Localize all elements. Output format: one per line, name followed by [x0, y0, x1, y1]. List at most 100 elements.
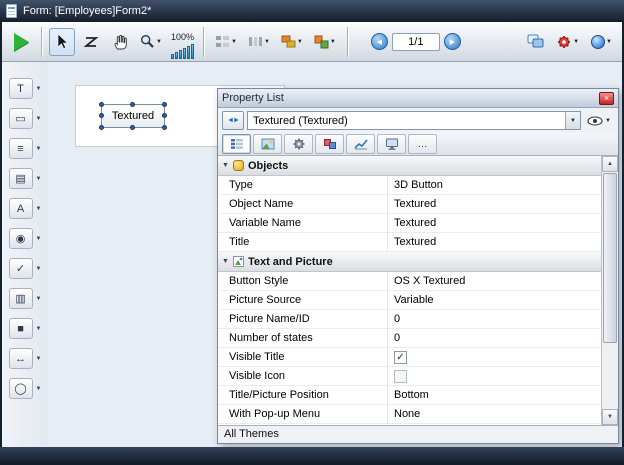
- scrollbar-thumb[interactable]: [603, 173, 617, 343]
- chevron-down-icon[interactable]: ▼: [36, 236, 42, 242]
- selection-handle[interactable]: [162, 125, 167, 130]
- section-header-objects[interactable]: ▼ Objects: [218, 156, 601, 176]
- tab-display[interactable]: [377, 134, 406, 154]
- tool-label-icon[interactable]: A: [9, 198, 33, 219]
- objects-section-icon: [233, 160, 244, 171]
- tool-button-bar-icon[interactable]: ▥: [9, 288, 33, 309]
- tool-label[interactable]: A ▼: [9, 198, 42, 219]
- chevron-down-icon[interactable]: ▼: [36, 386, 42, 392]
- tool-button-bar[interactable]: ▥ ▼: [9, 288, 42, 309]
- zoom-tool-button[interactable]: ▼: [136, 28, 166, 56]
- collapse-caret-icon[interactable]: ▼: [222, 258, 229, 265]
- object-selector-dropdown[interactable]: Textured (Textured) ▼: [247, 111, 581, 130]
- hand-tool-button[interactable]: [107, 28, 133, 56]
- selection-handle[interactable]: [130, 102, 135, 107]
- previous-page-button[interactable]: ◀: [371, 33, 388, 50]
- selection-handle[interactable]: [130, 125, 135, 130]
- view-options-button[interactable]: ▼: [584, 111, 614, 130]
- chevron-down-icon[interactable]: ▼: [36, 356, 42, 362]
- tool-text-icon[interactable]: T: [9, 78, 33, 99]
- group-menu-button[interactable]: ▼: [310, 28, 340, 56]
- selection-handle[interactable]: [99, 102, 104, 107]
- chevron-down-icon[interactable]: ▼: [36, 116, 42, 122]
- select-tool-button[interactable]: [49, 28, 75, 56]
- property-list-titlebar[interactable]: Property List ×: [218, 89, 618, 108]
- tool-checkbox-icon[interactable]: ✓: [9, 258, 33, 279]
- property-scrollbar[interactable]: ▲ ▼: [601, 156, 618, 425]
- chevron-down-icon[interactable]: ▼: [36, 86, 42, 92]
- tool-oval-icon[interactable]: ◯: [9, 378, 33, 399]
- tab-picture[interactable]: [253, 134, 282, 154]
- property-value[interactable]: 3D Button: [388, 176, 601, 194]
- property-value[interactable]: Textured: [388, 214, 601, 232]
- zoom-bars-icon[interactable]: [171, 42, 194, 59]
- tool-rectangle-icon[interactable]: ■: [9, 318, 33, 339]
- property-value[interactable]: Textured: [388, 233, 601, 251]
- chevron-down-icon[interactable]: ▼: [36, 296, 42, 302]
- toolbar-separator: [347, 27, 348, 57]
- tool-radio[interactable]: ◉ ▼: [9, 228, 42, 249]
- close-button[interactable]: ×: [599, 92, 614, 105]
- tool-text[interactable]: T ▼: [9, 78, 42, 99]
- tool-splitter-icon[interactable]: ↔: [9, 348, 33, 369]
- zoom-control[interactable]: 100%: [171, 25, 194, 59]
- property-value[interactable]: OS X Textured: [388, 272, 601, 290]
- entry-order-tool-button[interactable]: [78, 28, 104, 56]
- collapse-caret-icon[interactable]: ▼: [222, 162, 229, 169]
- chevron-down-icon[interactable]: ▼: [36, 176, 42, 182]
- level-menu-button[interactable]: ▼: [277, 28, 307, 56]
- chevron-down-icon[interactable]: ▼: [36, 206, 42, 212]
- distribute-menu-button[interactable]: ▼: [244, 28, 274, 56]
- property-value[interactable]: None: [388, 405, 601, 423]
- textured-button-object[interactable]: Textured: [101, 104, 165, 128]
- align-menu-button[interactable]: ▼: [211, 28, 241, 56]
- page-indicator[interactable]: 1/1: [392, 33, 440, 51]
- page-navigation: ◀ 1/1 ▶: [371, 33, 461, 51]
- selection-handle[interactable]: [99, 125, 104, 130]
- chevron-down-icon[interactable]: ▼: [36, 266, 42, 272]
- tab-properties[interactable]: [222, 134, 251, 154]
- selection-handle[interactable]: [162, 102, 167, 107]
- tool-combo-icon[interactable]: ▤: [9, 168, 33, 189]
- chevron-down-icon: ▼: [606, 39, 612, 45]
- tab-more[interactable]: …: [408, 134, 437, 154]
- scroll-down-button[interactable]: ▼: [602, 409, 618, 425]
- property-value[interactable]: 0: [388, 329, 601, 347]
- tool-combo[interactable]: ▤ ▼: [9, 168, 42, 189]
- visible-title-checkbox[interactable]: ✓: [394, 351, 407, 364]
- windows-button[interactable]: [522, 28, 548, 56]
- tool-input-icon[interactable]: ▭: [9, 108, 33, 129]
- gear-menu-button[interactable]: ▼: [552, 28, 583, 56]
- property-value[interactable]: Textured: [388, 195, 601, 213]
- chevron-down-icon[interactable]: ▼: [36, 326, 42, 332]
- tool-rectangle[interactable]: ■ ▼: [9, 318, 42, 339]
- tab-settings[interactable]: [284, 134, 313, 154]
- web-menu-button[interactable]: ▼: [587, 28, 616, 56]
- selection-handle[interactable]: [99, 113, 104, 118]
- tool-input[interactable]: ▭ ▼: [9, 108, 42, 129]
- tool-list[interactable]: ≡ ▼: [9, 138, 42, 159]
- tool-checkbox[interactable]: ✓ ▼: [9, 258, 42, 279]
- tab-events[interactable]: [315, 134, 344, 154]
- selection-handle[interactable]: [162, 113, 167, 118]
- tool-oval[interactable]: ◯ ▼: [9, 378, 42, 399]
- section-header-text-and-picture[interactable]: ▼ Text and Picture: [218, 252, 601, 272]
- chevron-down-icon[interactable]: ▼: [36, 146, 42, 152]
- app-window: Form: [Employees]Form2* ▼: [0, 0, 624, 465]
- visible-icon-checkbox[interactable]: [394, 370, 407, 383]
- execute-form-button[interactable]: [8, 28, 34, 56]
- tool-splitter[interactable]: ↔ ▼: [9, 348, 42, 369]
- tool-list-icon[interactable]: ≡: [9, 138, 33, 159]
- chevron-down-icon[interactable]: ▼: [565, 112, 580, 129]
- object-nav-button[interactable]: ◄ ►: [222, 111, 244, 130]
- property-value[interactable]: 0: [388, 310, 601, 328]
- property-value[interactable]: Bottom: [388, 386, 601, 404]
- next-page-button[interactable]: ▶: [444, 33, 461, 50]
- tab-chart[interactable]: [346, 134, 375, 154]
- tool-radio-icon[interactable]: ◉: [9, 228, 33, 249]
- themes-footer[interactable]: All Themes: [218, 425, 618, 443]
- scroll-up-button[interactable]: ▲: [602, 156, 618, 172]
- property-value[interactable]: Variable: [388, 291, 601, 309]
- chevron-down-icon: ▼: [156, 39, 162, 45]
- window-titlebar[interactable]: Form: [Employees]Form2*: [0, 0, 624, 22]
